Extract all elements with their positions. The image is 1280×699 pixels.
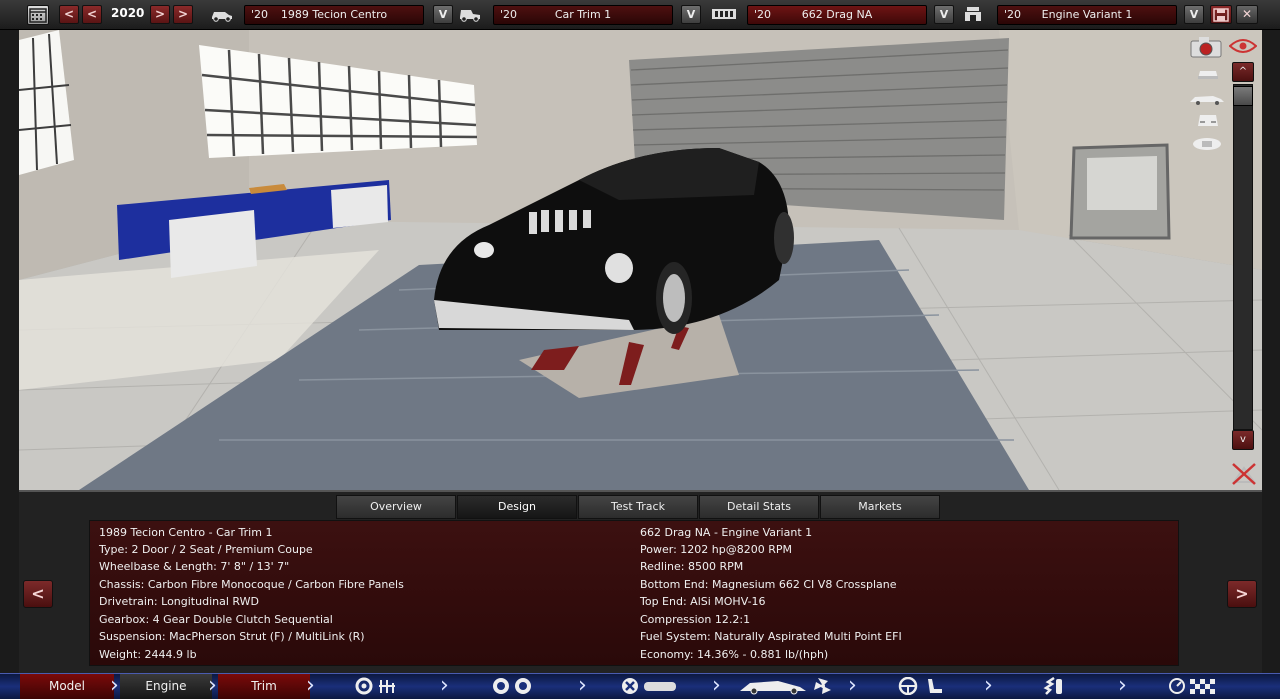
- car-wheelbase: Wheelbase & Length: 7' 8" / 13' 7": [99, 560, 290, 573]
- year-prev-far-button[interactable]: <: [59, 5, 79, 24]
- wheels-tool-icon[interactable]: [490, 677, 536, 699]
- scroll-down-button[interactable]: v: [1232, 430, 1254, 450]
- engine-block-icon: [710, 6, 738, 26]
- workflow-nav: Model › Engine › Trim › › › › › › ›: [0, 673, 1280, 699]
- info-panel: Overview Design Test Track Detail Stats …: [19, 490, 1262, 673]
- tab-detail-stats[interactable]: Detail Stats: [699, 495, 819, 519]
- 3d-viewport[interactable]: ^ v: [19, 30, 1262, 490]
- engine-selector[interactable]: '20 662 Drag NA: [747, 5, 927, 25]
- year-next-far-button[interactable]: >: [173, 5, 193, 24]
- year-next-button[interactable]: >: [150, 5, 170, 24]
- trim-name: Car Trim 1: [554, 8, 612, 21]
- year-label: 2020: [111, 6, 145, 20]
- scroll-track[interactable]: [1233, 84, 1253, 430]
- car-suspension: Suspension: MacPherson Strut (F) / Multi…: [99, 630, 365, 643]
- engine-dropdown-button[interactable]: V: [934, 5, 954, 24]
- car-model-icon: [210, 6, 234, 26]
- car-type: Type: 2 Door / 2 Seat / Premium Coupe: [99, 543, 313, 556]
- model-dropdown-button[interactable]: V: [433, 5, 453, 24]
- car-gearbox: Gearbox: 4 Gear Double Clutch Sequential: [99, 613, 333, 626]
- engine-fuel-system: Fuel System: Naturally Aspirated Multi P…: [640, 630, 902, 643]
- scroll-thumb[interactable]: [1233, 86, 1253, 106]
- suspension-tool-icon[interactable]: [1040, 676, 1070, 699]
- test-finish-icon[interactable]: [1168, 677, 1220, 699]
- engine-compression: Compression 12.2:1: [640, 613, 751, 626]
- variant-name: Engine Variant 1: [1041, 8, 1133, 21]
- tab-markets[interactable]: Markets: [820, 495, 940, 519]
- chassis-tool-icon[interactable]: [355, 677, 403, 699]
- top-view-icon[interactable]: [1191, 134, 1223, 156]
- year-prev-button[interactable]: <: [82, 5, 102, 24]
- chevron-right-icon: ›: [110, 673, 119, 698]
- tab-overview[interactable]: Overview: [336, 495, 456, 519]
- scroll-up-button[interactable]: ^: [1232, 62, 1254, 82]
- trim-selector[interactable]: '20 Car Trim 1: [493, 5, 673, 25]
- engine-bottom-end: Bottom End: Magnesium 662 CI V8 Crosspla…: [640, 578, 897, 591]
- save-icon[interactable]: [1210, 5, 1232, 24]
- engine-top-end: Top End: AlSi MOHV-16: [640, 595, 766, 608]
- chevron-right-icon: ›: [208, 673, 217, 698]
- car-weight: Weight: 2444.9 lb: [99, 648, 197, 661]
- trim-dropdown-button[interactable]: V: [681, 5, 701, 24]
- nav-model[interactable]: Model: [20, 674, 114, 699]
- model-name: 1989 Tecion Centro: [280, 8, 388, 21]
- chevron-right-icon: ›: [1118, 673, 1127, 698]
- garage-scene: [19, 30, 1262, 490]
- engine-title: 662 Drag NA - Engine Variant 1: [640, 526, 813, 539]
- model-selector[interactable]: '20 1989 Tecion Centro: [244, 5, 424, 25]
- chevron-right-icon: ›: [578, 673, 587, 698]
- side-view-icon[interactable]: [1189, 90, 1225, 109]
- interior-tool-icon[interactable]: [896, 676, 946, 699]
- front-view-icon[interactable]: [1195, 66, 1221, 85]
- body-tool-icon[interactable]: [620, 677, 680, 699]
- nav-trim[interactable]: Trim: [218, 674, 310, 699]
- chevron-right-icon: ›: [984, 673, 993, 698]
- nav-engine[interactable]: Engine: [120, 674, 212, 699]
- viewport-scrollbar[interactable]: ^ v: [1232, 62, 1254, 452]
- chevron-right-icon: ›: [712, 673, 721, 698]
- car-drivetrain: Drivetrain: Longitudinal RWD: [99, 595, 259, 608]
- engine-redline: Redline: 8500 RPM: [640, 560, 744, 573]
- engine-variant-icon: [963, 6, 983, 26]
- next-car-button[interactable]: >: [1227, 580, 1257, 608]
- disabled-tool-icon[interactable]: [1231, 462, 1257, 490]
- chevron-right-icon: ›: [848, 673, 857, 698]
- engine-economy: Economy: 14.36% - 0.881 lb/(hph): [640, 648, 829, 661]
- aero-tool-icon[interactable]: [738, 677, 834, 699]
- car-chassis: Chassis: Carbon Fibre Monocoque / Carbon…: [99, 578, 404, 591]
- rear-view-icon[interactable]: [1195, 112, 1221, 132]
- previous-car-button[interactable]: <: [23, 580, 53, 608]
- variant-selector[interactable]: '20 Engine Variant 1: [997, 5, 1177, 25]
- calendar-icon[interactable]: [27, 5, 49, 25]
- chevron-right-icon: ›: [306, 673, 315, 698]
- tab-design[interactable]: Design: [457, 495, 577, 519]
- top-toolbar: < < 2020 > > '20 1989 Tecion Centro V '2…: [0, 0, 1280, 30]
- design-summary: 1989 Tecion Centro - Car Trim 1 Type: 2 …: [89, 520, 1179, 666]
- tab-test-track[interactable]: Test Track: [578, 495, 698, 519]
- car-trim-icon: [458, 6, 482, 26]
- engine-power: Power: 1202 hp@8200 RPM: [640, 543, 792, 556]
- chevron-right-icon: ›: [440, 673, 449, 698]
- variant-dropdown-button[interactable]: V: [1184, 5, 1204, 24]
- engine-name: 662 Drag NA: [801, 8, 873, 21]
- eye-icon[interactable]: [1228, 38, 1258, 58]
- car-title: 1989 Tecion Centro - Car Trim 1: [99, 526, 273, 539]
- camera-icon[interactable]: [1189, 36, 1223, 62]
- close-button[interactable]: ✕: [1236, 5, 1258, 24]
